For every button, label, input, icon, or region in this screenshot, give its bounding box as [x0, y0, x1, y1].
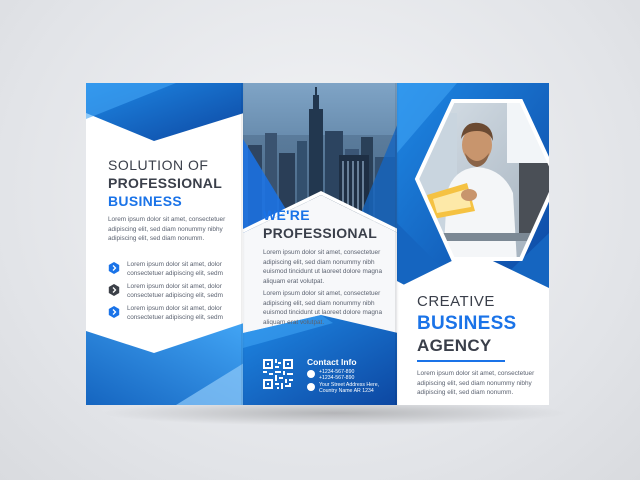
- right-title-line2: BUSINESS: [417, 313, 517, 334]
- panel-left: SOLUTION OF PROFESSIONAL BUSINESS Lorem …: [86, 83, 244, 405]
- phone-icon: [307, 370, 315, 378]
- chevron-right-icon: [108, 262, 120, 274]
- panel-middle: WE'RE PROFESSIONAL Lorem ipsum dolor sit…: [243, 83, 398, 405]
- right-title-line1: CREATIVE: [417, 293, 495, 310]
- contact-phone2: +1234-567-890: [319, 375, 355, 381]
- left-bullet-2: Lorem ipsum dolor sit amet, dolor consec…: [108, 282, 242, 302]
- left-title-line3: BUSINESS: [108, 193, 182, 209]
- brochure-stage: SOLUTION OF PROFESSIONAL BUSINESS Lorem …: [0, 0, 640, 480]
- right-title-line3: AGENCY: [417, 336, 492, 355]
- contact-title: Contact Info: [307, 357, 357, 367]
- contact-address2: Country Name AR 1234: [319, 388, 374, 394]
- panel-left-shapes: [86, 83, 244, 405]
- left-bullet-2-text: Lorem ipsum dolor sit amet, dolor consec…: [127, 283, 223, 300]
- fold-shadow-2: [395, 83, 399, 405]
- left-bullet-3: Lorem ipsum dolor sit amet, dolor consec…: [108, 304, 242, 324]
- location-pin-icon: [307, 383, 315, 391]
- left-title-line1: SOLUTION OF: [108, 157, 209, 173]
- panel-right-shapes: [397, 83, 549, 405]
- left-bullet-1-text: Lorem ipsum dolor sit amet, dolor consec…: [127, 261, 223, 278]
- chevron-right-icon: [108, 284, 120, 296]
- left-bullet-3-text: Lorem ipsum dolor sit amet, dolor consec…: [127, 305, 223, 322]
- middle-para1: Lorem ipsum dolor sit amet, consectetuer…: [263, 249, 383, 285]
- left-bullet-1: Lorem ipsum dolor sit amet, dolor consec…: [108, 260, 242, 280]
- right-title-underline: [417, 360, 505, 362]
- middle-para2: Lorem ipsum dolor sit amet, consectetuer…: [263, 290, 383, 326]
- left-title-line2: PROFESSIONAL: [108, 175, 223, 191]
- right-para: Lorem ipsum dolor sit amet, consectetuer…: [417, 370, 535, 397]
- fold-shadow-1: [241, 83, 245, 405]
- left-intro-text: Lorem ipsum dolor sit amet, consectetuer…: [108, 216, 226, 243]
- middle-title-line2: PROFESSIONAL: [263, 225, 378, 241]
- middle-title-line1: WE'RE: [263, 207, 310, 223]
- chevron-right-icon: [108, 306, 120, 318]
- panel-right: CREATIVE BUSINESS AGENCY Lorem ipsum dol…: [397, 83, 549, 405]
- qr-code-icon: [263, 359, 293, 389]
